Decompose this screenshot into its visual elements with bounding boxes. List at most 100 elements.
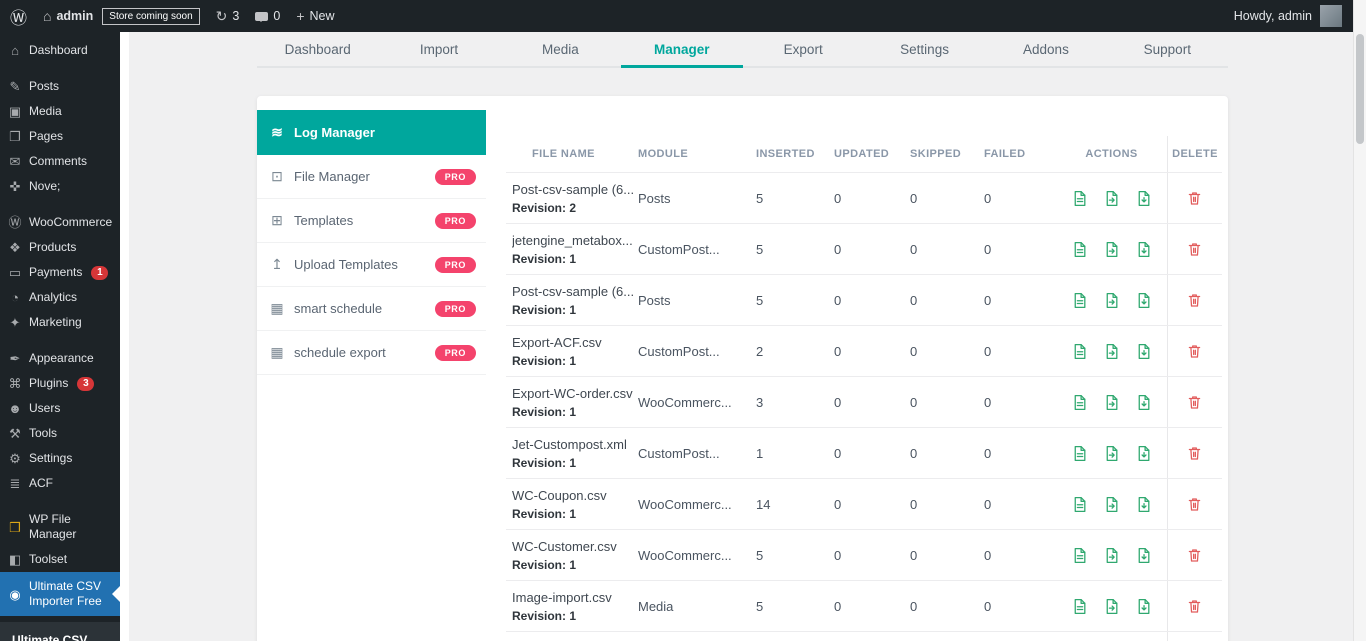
- file-export-icon[interactable]: [1103, 240, 1121, 258]
- panel-item-file-manager[interactable]: ⊡File ManagerPRO: [257, 155, 486, 199]
- updated-count: 0: [834, 242, 910, 257]
- scrollbar-thumb[interactable]: [1356, 34, 1364, 144]
- file-revision: Revision: 1: [512, 609, 576, 623]
- page-scrollbar[interactable]: [1353, 0, 1366, 641]
- sidebar-item-analytics[interactable]: ◔Analytics: [0, 285, 120, 310]
- file-name-cell: Export-ACF.csv Revision: 1: [506, 335, 638, 368]
- csv-importer-icon: ◉: [8, 587, 22, 602]
- tab-addons[interactable]: Addons: [985, 32, 1106, 66]
- delete-icon[interactable]: [1186, 546, 1204, 564]
- file-export-icon[interactable]: [1103, 342, 1121, 360]
- delete-icon[interactable]: [1186, 393, 1204, 411]
- file-download-icon[interactable]: [1135, 342, 1153, 360]
- file-log-icon[interactable]: [1071, 393, 1089, 411]
- file-download-icon[interactable]: [1135, 189, 1153, 207]
- manager-side-panel: ≋Log Manager⊡File ManagerPRO⊞TemplatesPR…: [257, 110, 486, 375]
- failed-count: 0: [984, 548, 1056, 563]
- sidebar-item-appearance[interactable]: ✒Appearance: [0, 346, 120, 371]
- file-download-icon[interactable]: [1135, 393, 1153, 411]
- plugins-icon: ⌘: [8, 376, 22, 391]
- panel-item-schedule-export[interactable]: ▦schedule exportPRO: [257, 331, 486, 375]
- file-download-icon[interactable]: [1135, 240, 1153, 258]
- sidebar-item-acf[interactable]: ≣ACF: [0, 471, 120, 496]
- file-export-icon[interactable]: [1103, 597, 1121, 615]
- panel-item-upload-templates[interactable]: ↥Upload TemplatesPRO: [257, 243, 486, 287]
- delete-icon[interactable]: [1186, 597, 1204, 615]
- file-log-icon[interactable]: [1071, 444, 1089, 462]
- file-export-icon[interactable]: [1103, 444, 1121, 462]
- sidebar-item-label: Nove;: [29, 179, 60, 194]
- panel-item-log-manager[interactable]: ≋Log Manager: [257, 110, 486, 155]
- file-log-icon[interactable]: [1071, 189, 1089, 207]
- comments-icon: [255, 12, 268, 21]
- file-log-icon[interactable]: [1071, 291, 1089, 309]
- new-menu[interactable]: + New: [296, 8, 334, 24]
- file-log-icon[interactable]: [1071, 495, 1089, 513]
- tab-support[interactable]: Support: [1107, 32, 1228, 66]
- sidebar-item-dashboard[interactable]: ⌂Dashboard: [0, 38, 120, 63]
- panel-item-smart-schedule[interactable]: ▦smart schedulePRO: [257, 287, 486, 331]
- delete-icon[interactable]: [1186, 495, 1204, 513]
- tab-export[interactable]: Export: [743, 32, 864, 66]
- skipped-count: 0: [910, 191, 984, 206]
- delete-icon[interactable]: [1186, 342, 1204, 360]
- failed-count: 0: [984, 242, 1056, 257]
- file-export-icon[interactable]: [1103, 495, 1121, 513]
- calendar-icon: ▦: [269, 300, 285, 317]
- file-download-icon[interactable]: [1135, 495, 1153, 513]
- howdy-menu[interactable]: Howdy, admin: [1234, 9, 1312, 23]
- tab-media[interactable]: Media: [500, 32, 621, 66]
- file-export-icon[interactable]: [1103, 393, 1121, 411]
- custom-post-icon: ✜: [8, 179, 22, 194]
- file-log-icon[interactable]: [1071, 342, 1089, 360]
- file-log-icon[interactable]: [1071, 546, 1089, 564]
- sidebar-item-users[interactable]: ☻Users: [0, 396, 120, 421]
- tab-manager[interactable]: Manager: [621, 32, 742, 66]
- tab-import[interactable]: Import: [378, 32, 499, 66]
- file-export-icon[interactable]: [1103, 189, 1121, 207]
- tab-settings[interactable]: Settings: [864, 32, 985, 66]
- sidebar-item-marketing[interactable]: ✦Marketing: [0, 310, 120, 335]
- sidebar-item-ultimate-csv-importer-free[interactable]: ◉Ultimate CSV Importer Free: [0, 572, 120, 616]
- submenu-item-ultimate-csv-importer-free[interactable]: Ultimate CSV Importer Free: [12, 632, 108, 641]
- sidebar-item-pages[interactable]: ❐Pages: [0, 124, 120, 149]
- sidebar-item-tools[interactable]: ⚒Tools: [0, 421, 120, 446]
- delete-icon[interactable]: [1186, 189, 1204, 207]
- sidebar-item-toolset[interactable]: ◧Toolset: [0, 547, 120, 572]
- admin-menu: ⌂Dashboard ✎Posts▣Media❐Pages✉Comments ✜ No…: [0, 32, 120, 616]
- file-export-icon[interactable]: [1103, 291, 1121, 309]
- sidebar-item-media[interactable]: ▣Media: [0, 99, 120, 124]
- updates-menu[interactable]: ↻ 3: [216, 8, 240, 25]
- file-download-icon[interactable]: [1135, 444, 1153, 462]
- wordpress-logo-icon[interactable]: Ⓦ: [10, 4, 27, 29]
- inserted-count: 5: [756, 548, 834, 563]
- upload-icon: ↥: [269, 256, 285, 273]
- sidebar-item-products[interactable]: ❖Products: [0, 235, 120, 260]
- sidebar-item-wp-file-manager[interactable]: ❒WP File Manager: [0, 507, 120, 547]
- sidebar-item-payments[interactable]: ▭Payments1: [0, 260, 120, 285]
- file-log-icon[interactable]: [1071, 597, 1089, 615]
- sidebar-item-posts[interactable]: ✎Posts: [0, 74, 120, 99]
- site-menu[interactable]: ⌂ admin Store coming soon: [43, 8, 200, 25]
- dashboard-icon: ⌂: [8, 43, 22, 58]
- comments-menu[interactable]: 0: [255, 9, 280, 23]
- avatar[interactable]: [1320, 5, 1342, 27]
- file-export-icon[interactable]: [1103, 546, 1121, 564]
- delete-icon[interactable]: [1186, 444, 1204, 462]
- file-download-icon[interactable]: [1135, 597, 1153, 615]
- sidebar-item-settings[interactable]: ⚙Settings: [0, 446, 120, 471]
- sidebar-item-woocommerce[interactable]: ⓌWooCommerce: [0, 210, 120, 235]
- file-download-icon[interactable]: [1135, 291, 1153, 309]
- sidebar-item-nove[interactable]: ✜ Nove;: [0, 174, 120, 199]
- inserted-count: 5: [756, 242, 834, 257]
- delete-cell: [1168, 240, 1222, 258]
- tab-dashboard[interactable]: Dashboard: [257, 32, 378, 66]
- delete-icon[interactable]: [1186, 240, 1204, 258]
- sidebar-item-plugins[interactable]: ⌘Plugins3: [0, 371, 120, 396]
- file-download-icon[interactable]: [1135, 546, 1153, 564]
- file-log-icon[interactable]: [1071, 240, 1089, 258]
- delete-icon[interactable]: [1186, 291, 1204, 309]
- updates-count: 3: [232, 9, 239, 23]
- sidebar-item-comments[interactable]: ✉Comments: [0, 149, 120, 174]
- panel-item-templates[interactable]: ⊞TemplatesPRO: [257, 199, 486, 243]
